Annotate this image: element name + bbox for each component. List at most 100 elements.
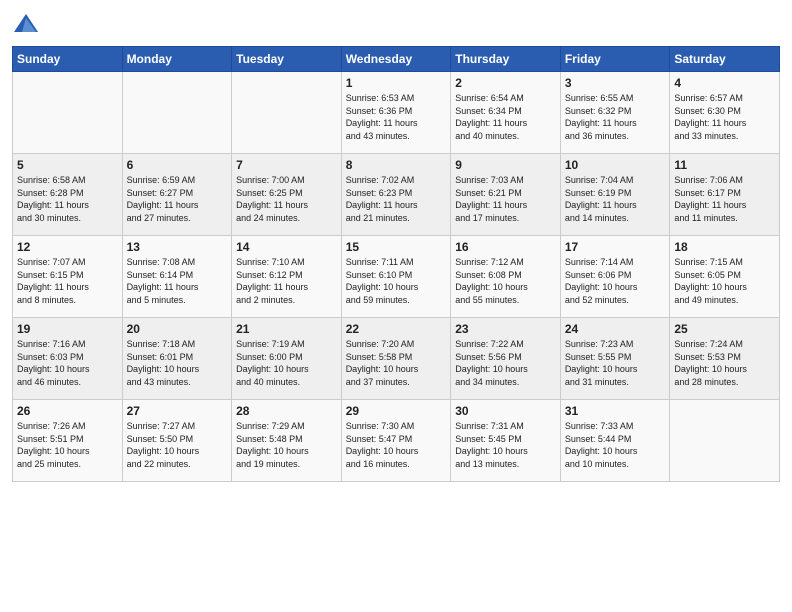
day-info: Sunrise: 7:12 AM Sunset: 6:08 PM Dayligh… [455,256,556,306]
day-number: 7 [236,158,337,172]
day-info: Sunrise: 7:06 AM Sunset: 6:17 PM Dayligh… [674,174,775,224]
day-info: Sunrise: 6:54 AM Sunset: 6:34 PM Dayligh… [455,92,556,142]
day-info: Sunrise: 7:02 AM Sunset: 6:23 PM Dayligh… [346,174,447,224]
calendar-cell: 29Sunrise: 7:30 AM Sunset: 5:47 PM Dayli… [341,400,451,482]
weekday-header-saturday: Saturday [670,47,780,72]
day-info: Sunrise: 7:33 AM Sunset: 5:44 PM Dayligh… [565,420,666,470]
day-number: 30 [455,404,556,418]
calendar-cell: 28 Sunrise: 7:29 AM Sunset: 5:48 PM Dayli… [232,400,342,482]
logo-icon [12,10,40,38]
day-number: 5 [17,158,118,172]
day-number: 27 [127,404,228,418]
day-info: Sunrise: 7:29 AM Sunset: 5:48 PM Dayligh… [236,420,337,470]
calendar-cell: 1 Sunrise: 6:53 AM Sunset: 6:36 PM Daylig… [341,72,451,154]
day-number: 25 [674,322,775,336]
calendar-cell: 3 Sunrise: 6:55 AM Sunset: 6:32 PM Daylig… [560,72,670,154]
day-number: 14 [236,240,337,254]
week-row-2: 5 Sunrise: 6:58 AM Sunset: 6:28 PM Daylig… [13,154,780,236]
day-info: Sunrise: 7:15 AM Sunset: 6:05 PM Dayligh… [674,256,775,306]
day-number: 15 [346,240,447,254]
day-number: 23 [455,322,556,336]
day-info: Sunrise: 7:10 AM Sunset: 6:12 PM Dayligh… [236,256,337,306]
calendar-cell: 7 Sunrise: 7:00 AM Sunset: 6:25 PM Daylig… [232,154,342,236]
day-number: 12 [17,240,118,254]
day-info: Sunrise: 7:24 AM Sunset: 5:53 PM Dayligh… [674,338,775,388]
day-number: 26 [17,404,118,418]
logo [12,10,44,38]
calendar-table: SundayMondayTuesdayWednesdayThursdayFrid… [12,46,780,482]
calendar-cell: 16 Sunrise: 7:12 AM Sunset: 6:08 PM Dayli… [451,236,561,318]
day-number: 24 [565,322,666,336]
day-info: Sunrise: 7:16 AM Sunset: 6:03 PM Dayligh… [17,338,118,388]
day-number: 28 [236,404,337,418]
day-number: 2 [455,76,556,90]
calendar-cell: 30 Sunrise: 7:31 AM Sunset: 5:45 PM Dayli… [451,400,561,482]
calendar-cell: 6 Sunrise: 6:59 AM Sunset: 6:27 PM Daylig… [122,154,232,236]
day-number: 9 [455,158,556,172]
day-info: Sunrise: 7:26 AM Sunset: 5:51 PM Dayligh… [17,420,118,470]
week-row-1: 1 Sunrise: 6:53 AM Sunset: 6:36 PM Daylig… [13,72,780,154]
calendar-cell: 31 Sunrise: 7:33 AM Sunset: 5:44 PM Dayli… [560,400,670,482]
day-number: 11 [674,158,775,172]
day-number: 1 [346,76,447,90]
calendar-cell: 20Sunrise: 7:18 AM Sunset: 6:01 PM Dayli… [122,318,232,400]
day-number: 18 [674,240,775,254]
day-number: 31 [565,404,666,418]
page-header [12,10,780,38]
day-info: Sunrise: 7:20 AM Sunset: 5:58 PM Dayligh… [346,338,447,388]
day-info: Sunrise: 7:07 AM Sunset: 6:15 PM Dayligh… [17,256,118,306]
day-info: Sunrise: 6:57 AM Sunset: 6:30 PM Dayligh… [674,92,775,142]
day-number: 22 [346,322,447,336]
calendar-cell: 23 Sunrise: 7:22 AM Sunset: 5:56 PM Dayli… [451,318,561,400]
day-number: 10 [565,158,666,172]
calendar-cell: 10Sunrise: 7:04 AM Sunset: 6:19 PM Dayli… [560,154,670,236]
day-info: Sunrise: 6:53 AM Sunset: 6:36 PM Dayligh… [346,92,447,142]
day-info: Sunrise: 7:18 AM Sunset: 6:01 PM Dayligh… [127,338,228,388]
day-info: Sunrise: 7:19 AM Sunset: 6:00 PM Dayligh… [236,338,337,388]
calendar-cell: 9 Sunrise: 7:03 AM Sunset: 6:21 PM Daylig… [451,154,561,236]
calendar-cell: 27 Sunrise: 7:27 AM Sunset: 5:50 PM Dayli… [122,400,232,482]
calendar-cell: 8 Sunrise: 7:02 AM Sunset: 6:23 PM Daylig… [341,154,451,236]
calendar-cell [122,72,232,154]
day-number: 8 [346,158,447,172]
day-info: Sunrise: 7:31 AM Sunset: 5:45 PM Dayligh… [455,420,556,470]
calendar-cell [670,400,780,482]
week-row-3: 12 Sunrise: 7:07 AM Sunset: 6:15 PM Dayli… [13,236,780,318]
day-info: Sunrise: 6:58 AM Sunset: 6:28 PM Dayligh… [17,174,118,224]
weekday-header-friday: Friday [560,47,670,72]
day-info: Sunrise: 7:22 AM Sunset: 5:56 PM Dayligh… [455,338,556,388]
calendar-cell: 11 Sunrise: 7:06 AM Sunset: 6:17 PM Dayli… [670,154,780,236]
calendar-cell [13,72,123,154]
day-info: Sunrise: 6:59 AM Sunset: 6:27 PM Dayligh… [127,174,228,224]
day-number: 19 [17,322,118,336]
calendar-cell: 18 Sunrise: 7:15 AM Sunset: 6:05 PM Dayli… [670,236,780,318]
calendar-cell: 19 Sunrise: 7:16 AM Sunset: 6:03 PM Dayli… [13,318,123,400]
day-number: 3 [565,76,666,90]
weekday-header-thursday: Thursday [451,47,561,72]
day-info: Sunrise: 7:14 AM Sunset: 6:06 PM Dayligh… [565,256,666,306]
day-info: Sunrise: 7:03 AM Sunset: 6:21 PM Dayligh… [455,174,556,224]
day-info: Sunrise: 7:27 AM Sunset: 5:50 PM Dayligh… [127,420,228,470]
calendar-cell: 26 Sunrise: 7:26 AM Sunset: 5:51 PM Dayli… [13,400,123,482]
weekday-header-wednesday: Wednesday [341,47,451,72]
day-number: 16 [455,240,556,254]
calendar-cell: 4 Sunrise: 6:57 AM Sunset: 6:30 PM Daylig… [670,72,780,154]
day-number: 13 [127,240,228,254]
weekday-header-sunday: Sunday [13,47,123,72]
week-row-4: 19 Sunrise: 7:16 AM Sunset: 6:03 PM Dayli… [13,318,780,400]
calendar-cell: 15 Sunrise: 7:11 AM Sunset: 6:10 PM Dayli… [341,236,451,318]
calendar-cell [232,72,342,154]
day-number: 17 [565,240,666,254]
calendar-cell: 17 Sunrise: 7:14 AM Sunset: 6:06 PM Dayli… [560,236,670,318]
page-container: SundayMondayTuesdayWednesdayThursdayFrid… [0,0,792,490]
day-info: Sunrise: 7:00 AM Sunset: 6:25 PM Dayligh… [236,174,337,224]
weekday-header-tuesday: Tuesday [232,47,342,72]
day-info: Sunrise: 7:30 AM Sunset: 5:47 PM Dayligh… [346,420,447,470]
calendar-cell: 5 Sunrise: 6:58 AM Sunset: 6:28 PM Daylig… [13,154,123,236]
day-number: 4 [674,76,775,90]
day-info: Sunrise: 7:11 AM Sunset: 6:10 PM Dayligh… [346,256,447,306]
day-number: 6 [127,158,228,172]
day-info: Sunrise: 6:55 AM Sunset: 6:32 PM Dayligh… [565,92,666,142]
calendar-cell: 21Sunrise: 7:19 AM Sunset: 6:00 PM Dayli… [232,318,342,400]
calendar-cell: 12 Sunrise: 7:07 AM Sunset: 6:15 PM Dayli… [13,236,123,318]
